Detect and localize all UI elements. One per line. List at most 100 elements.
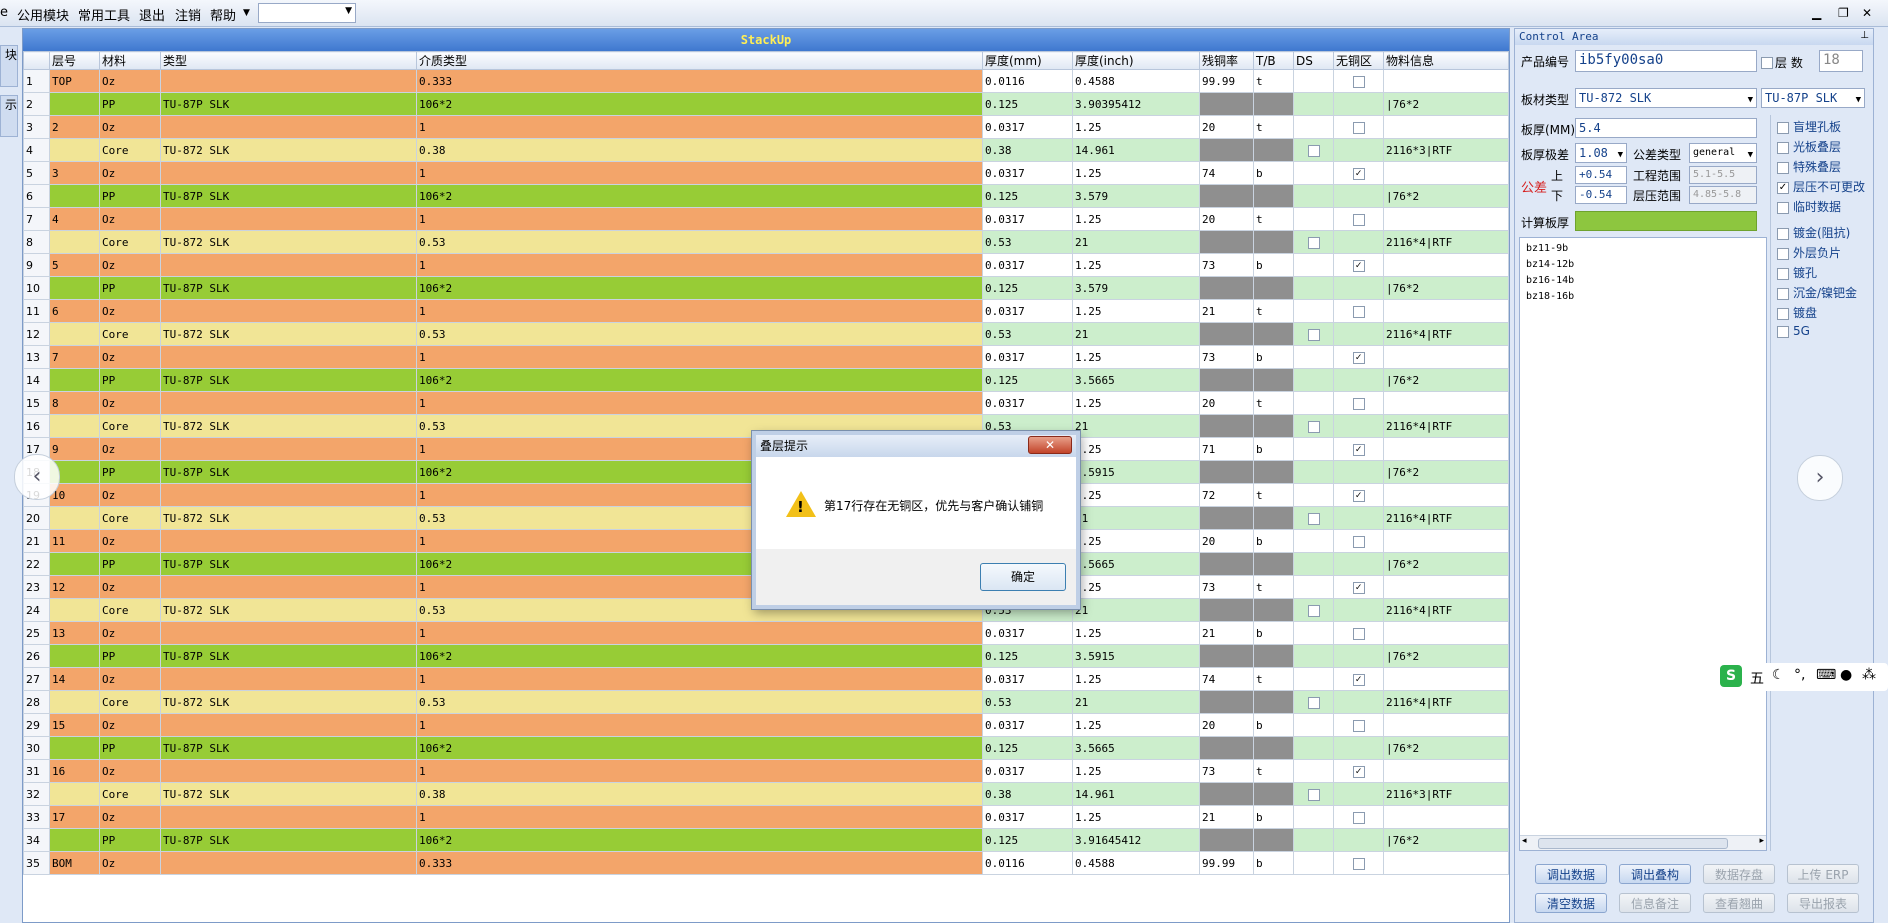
ds-cell[interactable] <box>1293 414 1334 438</box>
thickness-mm-cell[interactable]: 0.0317 <box>982 805 1073 829</box>
no-copper-cell[interactable]: ✓ <box>1333 253 1384 277</box>
dielectric-cell[interactable]: 1 <box>416 115 983 139</box>
copper-rate-cell[interactable] <box>1199 92 1254 116</box>
dielectric-cell[interactable]: 0.53 <box>416 690 983 714</box>
no-copper-checkbox[interactable] <box>1352 213 1365 226</box>
ds-checkbox[interactable] <box>1307 328 1320 341</box>
ds-cell[interactable] <box>1293 161 1334 185</box>
left-tab-2[interactable]: 示 <box>0 95 18 137</box>
material-cell[interactable]: Oz <box>99 391 161 415</box>
row-number[interactable]: 14 <box>23 368 50 392</box>
table-row[interactable]: 4 Core TU-872 SLK 0.38 0.38 14.961 2116*3|RTF <box>23 138 1509 162</box>
material-info-cell[interactable]: 2116*4|RTF <box>1383 690 1509 714</box>
dielectric-cell[interactable]: 106*2 <box>416 828 983 852</box>
option-checkbox[interactable] <box>1777 141 1789 154</box>
copper-rate-cell[interactable]: 20 <box>1199 529 1254 553</box>
layer-cell[interactable] <box>49 368 100 392</box>
no-copper-cell[interactable] <box>1333 414 1384 438</box>
layer-cell[interactable] <box>49 92 100 116</box>
material-info-cell[interactable] <box>1383 759 1509 783</box>
no-copper-checkbox[interactable]: ✓ <box>1352 167 1365 180</box>
no-copper-checkbox[interactable] <box>1352 121 1365 134</box>
type-cell[interactable] <box>160 207 417 231</box>
copper-rate-cell[interactable]: 20 <box>1199 713 1254 737</box>
keyboard-icon[interactable]: ⌨ <box>1816 667 1836 683</box>
copper-rate-cell[interactable]: 21 <box>1199 805 1254 829</box>
type-cell[interactable]: TU-872 SLK <box>160 598 417 622</box>
type-cell[interactable]: TU-872 SLK <box>160 506 417 530</box>
option-item[interactable]: 外层负片 <box>1777 244 1841 261</box>
horizontal-scrollbar[interactable]: ◂ ▸ <box>1520 835 1766 850</box>
ds-cell[interactable] <box>1293 437 1334 461</box>
layer-cell[interactable] <box>49 184 100 208</box>
col-no-copper[interactable]: 无铜区 <box>1333 51 1384 70</box>
ds-cell[interactable] <box>1293 138 1334 162</box>
stackup-list[interactable]: bz11-9b bz14-12b bz16-14b bz18-16b ◂ ▸ <box>1519 237 1767 851</box>
tb-cell[interactable]: b <box>1253 851 1294 875</box>
tolerance-select[interactable]: 1.08 ▼ <box>1575 143 1627 163</box>
no-copper-cell[interactable]: ✓ <box>1333 759 1384 783</box>
dielectric-cell[interactable]: 106*2 <box>416 276 983 300</box>
row-number[interactable]: 2 <box>23 92 50 116</box>
row-number[interactable]: 25 <box>23 621 50 645</box>
ds-cell[interactable] <box>1293 506 1334 530</box>
control-button[interactable]: 信息备注 <box>1619 893 1691 913</box>
material-cell[interactable]: Oz <box>99 713 161 737</box>
material-cell[interactable]: Oz <box>99 253 161 277</box>
tb-cell[interactable]: b <box>1253 713 1294 737</box>
ds-cell[interactable] <box>1293 391 1334 415</box>
col-material[interactable]: 材料 <box>99 51 161 70</box>
thickness-inch-cell[interactable]: 1.25 <box>1072 115 1200 139</box>
layers-checkbox[interactable] <box>1761 57 1773 69</box>
material-cell[interactable]: Oz <box>99 161 161 185</box>
thickness-inch-cell[interactable]: 21 <box>1072 506 1200 530</box>
table-row[interactable]: 26 PP TU-87P SLK 106*2 0.125 3.5915 |76*2 <box>23 644 1509 668</box>
ds-cell[interactable] <box>1293 713 1334 737</box>
type-cell[interactable] <box>160 69 417 93</box>
table-row[interactable]: 12 Core TU-872 SLK 0.53 0.53 21 2116*4|RTF <box>23 322 1509 346</box>
dielectric-cell[interactable]: 1 <box>416 759 983 783</box>
table-row[interactable]: 25 13 Oz 1 0.0317 1.25 21 b <box>23 621 1509 645</box>
tb-cell[interactable] <box>1253 690 1294 714</box>
type-cell[interactable]: TU-87P SLK <box>160 828 417 852</box>
ds-cell[interactable] <box>1293 69 1334 93</box>
no-copper-checkbox[interactable]: ✓ <box>1352 489 1365 502</box>
ds-cell[interactable] <box>1293 276 1334 300</box>
col-dielectric[interactable]: 介质类型 <box>416 51 983 70</box>
no-copper-cell[interactable] <box>1333 184 1384 208</box>
layer-cell[interactable]: 4 <box>49 207 100 231</box>
dielectric-cell[interactable]: 0.53 <box>416 230 983 254</box>
option-checkbox[interactable]: ✓ <box>1777 181 1789 194</box>
tb-cell[interactable] <box>1253 322 1294 346</box>
pin-icon[interactable]: ⊥ <box>1860 30 1869 41</box>
no-copper-cell[interactable] <box>1333 713 1384 737</box>
type-cell[interactable]: TU-872 SLK <box>160 690 417 714</box>
layer-cell[interactable] <box>49 828 100 852</box>
option-item[interactable]: 5G <box>1777 324 1810 338</box>
material-cell[interactable]: PP <box>99 92 161 116</box>
scrollbar-thumb[interactable] <box>1538 838 1728 849</box>
dielectric-cell[interactable]: 106*2 <box>416 736 983 760</box>
no-copper-cell[interactable] <box>1333 299 1384 323</box>
user-icon[interactable]: ● <box>1840 667 1852 683</box>
material-info-cell[interactable] <box>1383 115 1509 139</box>
tb-cell[interactable]: b <box>1253 253 1294 277</box>
control-button[interactable]: 查看翘曲 <box>1703 893 1775 913</box>
row-number[interactable]: 7 <box>23 207 50 231</box>
no-copper-checkbox[interactable] <box>1352 627 1365 640</box>
no-copper-cell[interactable] <box>1333 391 1384 415</box>
row-number[interactable]: 22 <box>23 552 50 576</box>
dielectric-cell[interactable]: 1 <box>416 805 983 829</box>
copper-rate-cell[interactable]: 20 <box>1199 115 1254 139</box>
thickness-inch-cell[interactable]: 1.25 <box>1072 805 1200 829</box>
material-cell[interactable]: Oz <box>99 529 161 553</box>
menu-stub[interactable]: e <box>0 5 8 20</box>
thickness-inch-cell[interactable]: 0.4588 <box>1072 851 1200 875</box>
material-cell[interactable]: Core <box>99 230 161 254</box>
layer-cell[interactable]: 3 <box>49 161 100 185</box>
ok-button[interactable]: 确定 <box>980 563 1066 591</box>
tb-cell[interactable]: t <box>1253 299 1294 323</box>
row-number[interactable]: 29 <box>23 713 50 737</box>
option-item[interactable]: 镀孔 <box>1777 264 1817 281</box>
copper-rate-cell[interactable] <box>1199 138 1254 162</box>
